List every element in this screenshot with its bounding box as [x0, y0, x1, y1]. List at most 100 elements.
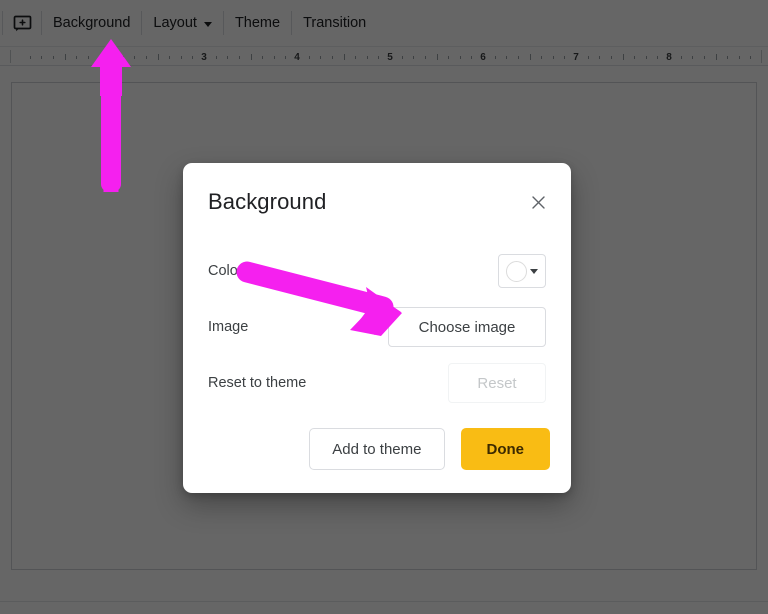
ruler-tick — [564, 56, 566, 59]
ruler-tick — [355, 56, 357, 59]
ruler-tick — [41, 56, 43, 59]
editor-bottom-bar — [0, 601, 768, 614]
toolbar-item-theme[interactable]: Theme — [226, 8, 289, 38]
ruler-tick — [285, 56, 287, 59]
ruler-tick — [122, 56, 124, 59]
background-color-picker[interactable] — [498, 254, 546, 288]
toolbar-divider — [141, 11, 143, 35]
ruler-tick — [494, 56, 496, 59]
ruler-tick — [169, 56, 171, 59]
ruler-tick — [413, 56, 415, 59]
toolbar-divider — [2, 11, 3, 35]
choose-image-button-label: Choose image — [418, 318, 516, 336]
ruler-tick — [448, 56, 450, 59]
ruler-number: 7 — [573, 52, 579, 63]
ruler-tick — [680, 56, 682, 59]
new-slide-button[interactable] — [5, 8, 39, 38]
ruler-tick — [215, 56, 217, 59]
ruler-tick — [506, 56, 508, 59]
ruler-number: 2 — [108, 52, 114, 63]
ruler-tick — [610, 56, 612, 59]
ruler-tick — [401, 56, 403, 59]
ruler-tick — [238, 56, 240, 59]
row-label-color: Color — [208, 263, 243, 279]
toolbar-divider — [41, 11, 42, 35]
ruler-tick — [599, 56, 601, 59]
ruler-number: 5 — [387, 52, 393, 63]
toolbar-item-transition[interactable]: Transition — [294, 8, 375, 38]
dialog-row-image: Image Choose image — [208, 307, 546, 347]
ruler-tick — [738, 56, 740, 59]
ruler-tick — [517, 56, 519, 59]
ruler-tick — [343, 54, 345, 60]
ruler-tick — [703, 56, 705, 59]
ruler-tick — [622, 54, 624, 60]
choose-image-button[interactable]: Choose image — [388, 307, 546, 347]
ruler-tick — [424, 56, 426, 59]
background-dialog: Background Color Image Choose image Rese… — [183, 163, 571, 493]
ruler-tick — [29, 56, 31, 59]
ruler-tick — [645, 56, 647, 59]
ruler-tick — [273, 56, 275, 59]
ruler-tick — [134, 56, 136, 59]
ruler-tick — [587, 56, 589, 59]
add-to-theme-button[interactable]: Add to theme — [309, 428, 445, 470]
ruler-tick — [262, 56, 264, 59]
ruler-tick — [192, 56, 194, 59]
toolbar-item-label: Transition — [303, 15, 367, 31]
toolbar-item-layout[interactable]: Layout — [144, 8, 221, 38]
ruler-tick — [52, 56, 54, 59]
dialog-row-color: Color — [208, 251, 546, 291]
done-button[interactable]: Done — [460, 428, 550, 470]
ruler-tick — [180, 56, 182, 59]
toolbar-item-label: Layout — [153, 15, 197, 31]
reset-button-label: Reset — [477, 374, 517, 392]
toolbar-divider — [222, 11, 224, 35]
ruler-tick — [157, 54, 159, 60]
ruler-tick — [76, 56, 78, 59]
horizontal-ruler[interactable]: 2 3 4 5 6 7 8 — [0, 46, 768, 66]
ruler-tick — [692, 56, 694, 59]
ruler-tick — [331, 56, 333, 59]
dialog-title: Background — [208, 189, 327, 214]
row-label-reset-to-theme: Reset to theme — [208, 375, 307, 391]
ruler-tick — [541, 56, 543, 59]
dialog-row-reset-to-theme: Reset to theme Reset — [208, 363, 546, 403]
ruler-number: 4 — [294, 52, 300, 63]
color-swatch-preview — [506, 260, 527, 282]
ruler-tick — [715, 54, 717, 60]
ruler-ticks: 2 3 4 5 6 7 8 — [10, 49, 768, 65]
dialog-footer: Add to theme Done — [183, 428, 550, 470]
toolbar-divider — [291, 11, 293, 35]
reset-button: Reset — [448, 363, 546, 403]
toolbar-item-background[interactable]: Background — [44, 8, 139, 38]
ruler-tick — [250, 54, 252, 60]
ruler-tick — [750, 56, 752, 59]
add-to-theme-button-label: Add to theme — [332, 440, 422, 458]
toolbar-item-label: Theme — [234, 15, 281, 31]
ruler-tick — [366, 56, 368, 59]
ruler-tick — [727, 56, 729, 59]
ruler-tick — [552, 56, 554, 59]
ruler-tick — [436, 54, 438, 60]
ruler-tick — [657, 56, 659, 59]
close-icon — [531, 195, 545, 209]
chevron-down-icon — [203, 21, 212, 27]
slide-toolbar: Background Layout Theme Transition — [0, 0, 768, 46]
ruler-tick — [308, 56, 310, 59]
ruler-tick — [471, 56, 473, 59]
ruler-number: 8 — [666, 52, 672, 63]
ruler-tick — [145, 56, 147, 59]
ruler-tick — [87, 56, 89, 59]
ruler-number: 3 — [201, 52, 207, 63]
slides-editor-window: Background Layout Theme Transition 2 3 4 5 6… — [0, 0, 768, 614]
row-label-image: Image — [208, 319, 249, 335]
close-button[interactable] — [525, 189, 551, 215]
ruler-tick — [320, 56, 322, 59]
new-slide-icon — [13, 15, 31, 31]
ruler-tick — [99, 56, 101, 59]
ruler-tick — [459, 56, 461, 59]
ruler-tick — [634, 56, 636, 59]
ruler-tick — [64, 54, 66, 60]
ruler-tick — [227, 56, 229, 59]
